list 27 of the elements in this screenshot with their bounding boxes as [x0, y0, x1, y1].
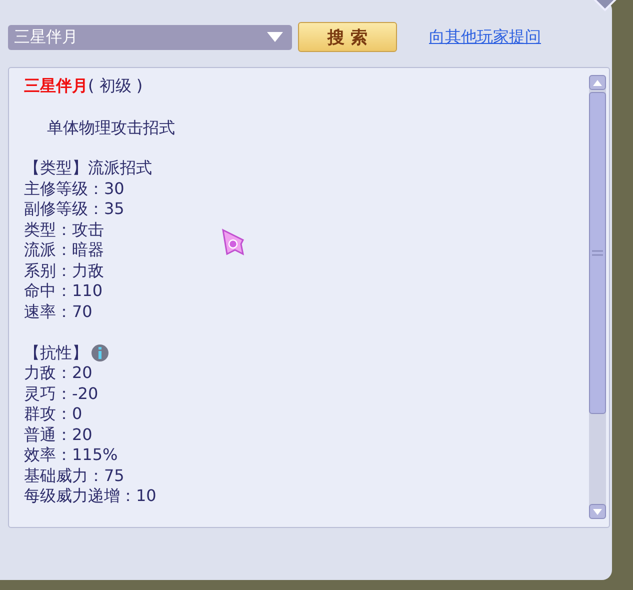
section-heading: 【类型】流派招式 [24, 158, 152, 178]
search-button[interactable]: 搜 索 [298, 22, 397, 52]
info-icon[interactable] [91, 344, 109, 362]
attribute-row: 系别：力敌 [24, 260, 104, 281]
attribute-row: 灵巧：-20 [24, 384, 98, 404]
grip-icon [592, 250, 603, 256]
attribute-row: 普通：20 [24, 424, 92, 445]
attribute-row: 主修等级：30 [24, 178, 124, 199]
search-dropdown[interactable]: 三星伴月 [8, 24, 292, 50]
attribute-row: 力敌：20 [24, 363, 92, 384]
section-heading: 【抗性】 [24, 342, 88, 363]
attribute-row: 命中：110 [24, 281, 103, 302]
attribute-row: 类型：攻击 [24, 220, 104, 240]
skill-title: 三星伴月( 初级 ) [24, 76, 144, 96]
attribute-row: 每级威力递增：10 [24, 486, 156, 506]
attribute-row: 效率：115% [24, 445, 118, 466]
scroll-up-icon[interactable] [593, 80, 602, 86]
attribute-row: 群攻：0 [24, 404, 82, 424]
skill-description: 单体物理攻击招式 [47, 118, 176, 138]
attribute-row: 流派：暗器 [24, 240, 104, 260]
scrollbar[interactable] [589, 75, 606, 519]
ask-players-link[interactable]: 向其他玩家提问 [429, 26, 541, 48]
attribute-row: 基础威力：75 [24, 466, 124, 486]
attribute-row: 副修等级：35 [24, 199, 124, 220]
attribute-row: 速率：70 [24, 302, 92, 322]
dropdown-arrow-icon [266, 31, 284, 43]
scroll-down-icon[interactable] [593, 508, 602, 514]
